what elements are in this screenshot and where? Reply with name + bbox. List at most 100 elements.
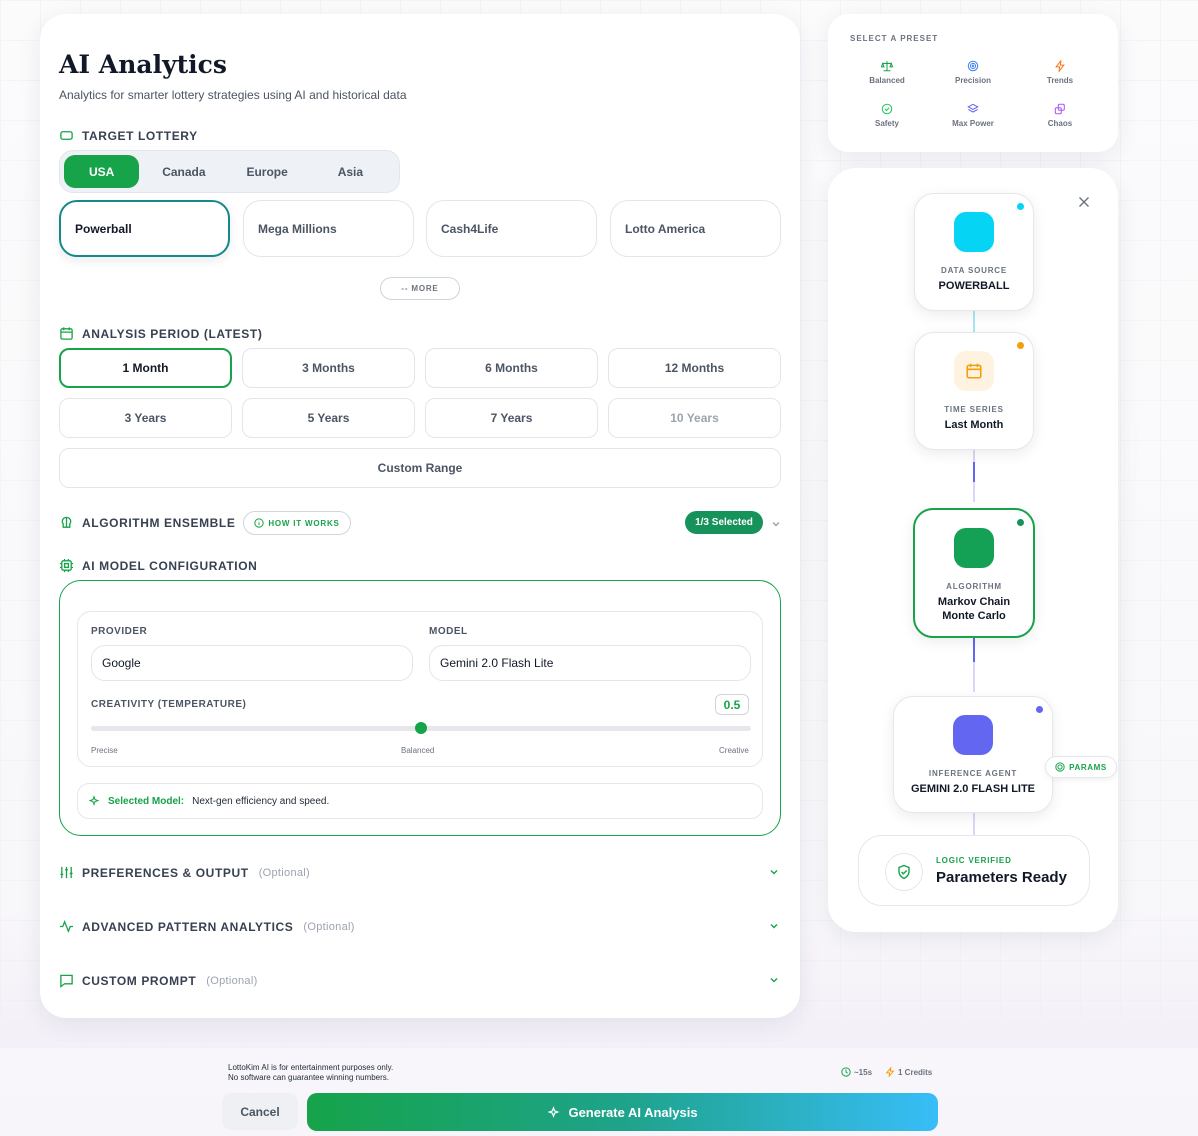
tab-europe[interactable]: Europe: [229, 155, 306, 188]
period-10-years[interactable]: 10 Years: [608, 398, 781, 438]
period-3-years[interactable]: 3 Years: [59, 398, 232, 438]
credits-cost: 1 Credits: [885, 1067, 932, 1077]
preset-balanced[interactable]: Balanced: [852, 60, 922, 85]
selected-model-info: Selected Model: Next-gen efficiency and …: [77, 783, 763, 819]
period-1-month[interactable]: 1 Month: [59, 348, 232, 388]
logic-verified-card: LOGIC VERIFIED Parameters Ready: [858, 835, 1090, 906]
lottery-cash4life[interactable]: Cash4Life: [426, 200, 597, 257]
slider-thumb[interactable]: [415, 722, 427, 734]
period-12-months[interactable]: 12 Months: [608, 348, 781, 388]
scale-icon: [881, 61, 893, 72]
params-button[interactable]: PARAMS: [1045, 756, 1117, 778]
tick-balanced: Balanced: [401, 746, 435, 755]
chevron-down-icon[interactable]: [769, 867, 779, 877]
message-icon: [60, 974, 73, 988]
temperature-value: 0.5: [715, 694, 749, 715]
chevron-down-icon[interactable]: [769, 975, 779, 985]
node-algorithm[interactable]: ALGORITHM Markov Chain Monte Carlo: [913, 508, 1035, 638]
shield-check-icon: [885, 853, 923, 891]
period-3-months[interactable]: 3 Months: [242, 348, 415, 388]
period-5-years[interactable]: 5 Years: [242, 398, 415, 438]
preset-trends[interactable]: Trends: [1025, 60, 1095, 85]
clock-icon: [841, 1067, 851, 1077]
zap-icon: [1055, 60, 1065, 72]
period-7-years[interactable]: 7 Years: [425, 398, 598, 438]
layers-icon: [967, 103, 979, 113]
temperature-slider[interactable]: [91, 722, 751, 734]
connector-line: [973, 450, 975, 502]
calendar-icon: [954, 351, 994, 391]
preset-card: SELECT A PRESET Balanced Precision Trend…: [828, 14, 1118, 152]
preset-title: SELECT A PRESET: [850, 34, 939, 43]
verified-value: Parameters Ready: [936, 869, 1067, 886]
lottery-lotto-america[interactable]: Lotto America: [610, 200, 781, 257]
analysis-period-heading: ANALYSIS PERIOD (LATEST): [59, 326, 262, 341]
tab-canada[interactable]: Canada: [145, 155, 222, 188]
connector-line: [973, 638, 975, 692]
lottery-powerball[interactable]: Powerball: [59, 200, 230, 257]
status-dot: [1017, 203, 1024, 210]
chip-icon: [59, 558, 74, 573]
target-icon: [1055, 762, 1065, 772]
activity-icon: [59, 920, 74, 933]
custom-prompt-section[interactable]: CUSTOM PROMPT (Optional): [59, 973, 258, 988]
connector-line: [973, 310, 975, 332]
model-config-panel: PROVIDER Google MODEL Gemini 2.0 Flash L…: [59, 580, 781, 836]
chevron-down-icon[interactable]: [771, 519, 781, 529]
status-dot: [1036, 706, 1043, 713]
preferences-section[interactable]: PREFERENCES & OUTPUT (Optional): [59, 865, 310, 880]
node-time-series[interactable]: TIME SERIES Last Month: [914, 332, 1034, 450]
selected-model-label: Selected Model:: [108, 795, 185, 807]
preset-chaos[interactable]: Chaos: [1025, 103, 1095, 128]
connector-line: [973, 813, 975, 835]
time-estimate: ~15s: [841, 1067, 872, 1077]
node-inference-agent[interactable]: INFERENCE AGENT GEMINI 2.0 FLASH LITE: [893, 696, 1053, 813]
agent-icon: [953, 715, 993, 755]
algorithm-heading: ALGORITHM ENSEMBLE: [59, 515, 235, 530]
page-subtitle: Analytics for smarter lottery strategies…: [59, 88, 407, 102]
tick-creative: Creative: [719, 746, 749, 755]
analytics-card: AI Analytics Analytics for smarter lotte…: [40, 14, 800, 1018]
provider-select[interactable]: Google: [91, 645, 413, 681]
lottery-mega-millions[interactable]: Mega Millions: [243, 200, 414, 257]
pipeline-card: DATA SOURCE POWERBALL TIME SERIES Last M…: [828, 168, 1118, 932]
algorithm-icon: [954, 528, 994, 568]
sliders-icon: [60, 866, 73, 879]
brain-icon: [61, 516, 72, 528]
target-lottery-heading: TARGET LOTTERY: [59, 128, 198, 143]
disclaimer: LottoKim AI is for entertainment purpose…: [228, 1063, 394, 1082]
sparkle-icon: [548, 1105, 560, 1118]
selected-count-badge: 1/3 Selected: [685, 511, 763, 534]
model-select[interactable]: Gemini 2.0 Flash Lite: [429, 645, 751, 681]
tab-asia[interactable]: Asia: [312, 155, 389, 188]
period-6-months[interactable]: 6 Months: [425, 348, 598, 388]
target-icon: [967, 60, 979, 72]
model-label: MODEL: [429, 626, 468, 637]
more-button[interactable]: -- MORE: [380, 277, 460, 300]
cancel-button[interactable]: Cancel: [222, 1093, 298, 1130]
region-tabs: USA Canada Europe Asia: [59, 150, 400, 193]
verified-label: LOGIC VERIFIED: [936, 856, 1012, 865]
model-config-inner: PROVIDER Google MODEL Gemini 2.0 Flash L…: [77, 611, 763, 767]
model-config-heading: AI MODEL CONFIGURATION: [59, 558, 257, 573]
preset-precision[interactable]: Precision: [938, 60, 1008, 85]
close-icon[interactable]: [1078, 196, 1090, 208]
how-it-works-button[interactable]: HOW IT WORKS: [243, 511, 351, 535]
temperature-label: CREATIVITY (TEMPERATURE): [91, 699, 247, 710]
zap-icon: [885, 1067, 895, 1077]
chevron-down-icon[interactable]: [769, 921, 779, 931]
preset-safety[interactable]: Safety: [852, 103, 922, 128]
advanced-section[interactable]: ADVANCED PATTERN ANALYTICS (Optional): [59, 919, 355, 934]
ticket-icon: [60, 131, 73, 140]
check-circle-icon: [881, 103, 893, 115]
generate-button[interactable]: Generate AI Analysis: [307, 1093, 938, 1131]
status-dot: [1017, 342, 1024, 349]
tick-precise: Precise: [91, 746, 118, 755]
custom-range-button[interactable]: Custom Range: [59, 448, 781, 488]
calendar-icon: [60, 327, 73, 340]
preset-max-power[interactable]: Max Power: [938, 103, 1008, 128]
dice-icon: [1054, 103, 1065, 115]
node-data-source[interactable]: DATA SOURCE POWERBALL: [914, 193, 1034, 311]
selected-model-desc: Next-gen efficiency and speed.: [192, 795, 330, 807]
tab-usa[interactable]: USA: [64, 155, 140, 188]
